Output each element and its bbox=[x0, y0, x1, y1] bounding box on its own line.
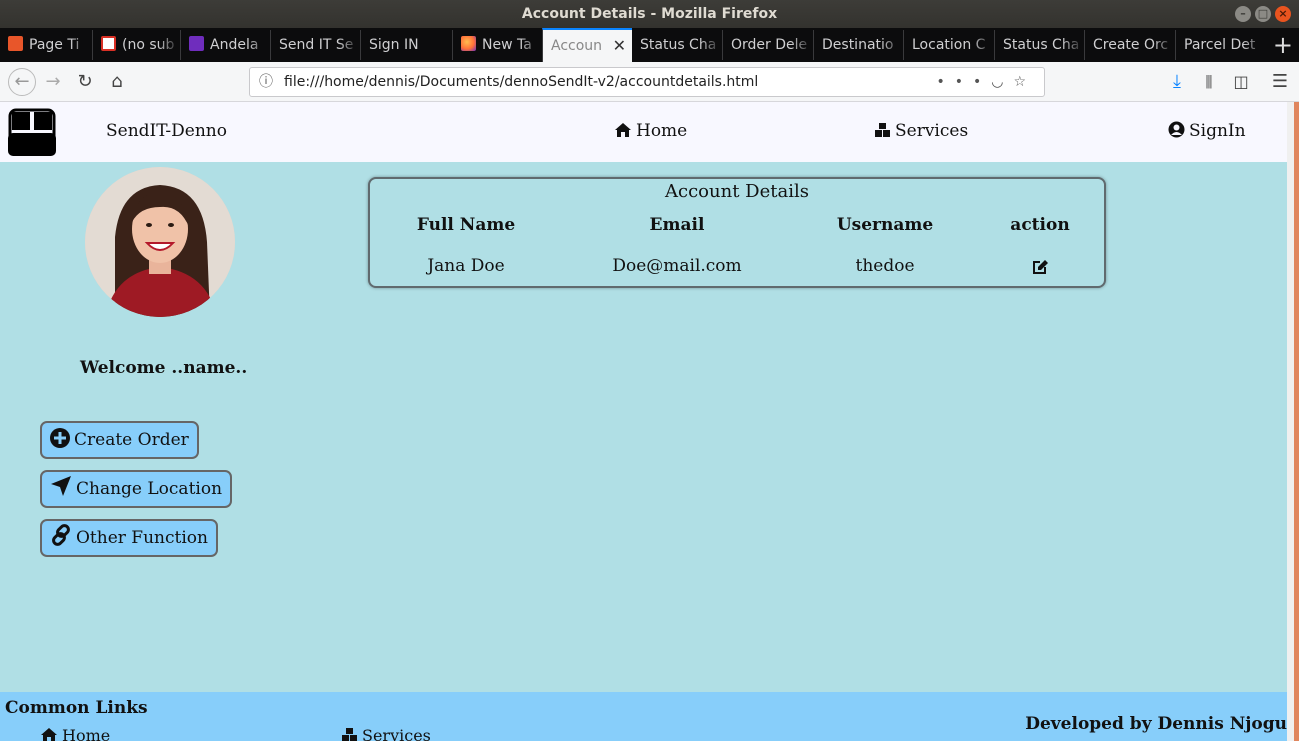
reload-icon[interactable]: ↻ bbox=[73, 70, 97, 94]
other-function-label: Other Function bbox=[76, 528, 208, 548]
tab-status-change[interactable]: Status Cha bbox=[632, 30, 722, 60]
nav-services-link[interactable]: Services bbox=[874, 121, 968, 141]
nav-signin-link[interactable]: SignIn bbox=[1168, 121, 1246, 141]
change-location-label: Change Location bbox=[76, 479, 223, 499]
maximize-icon[interactable]: □ bbox=[1255, 6, 1271, 22]
location-arrow-icon bbox=[51, 476, 71, 496]
nav-home-label: Home bbox=[636, 121, 688, 141]
page-content: SendIT-Denno Home Services SignIn Welcom… bbox=[0, 102, 1287, 741]
tab-strip: Page Ti (no sub Andela Send IT Se Sign I… bbox=[0, 28, 1299, 62]
home-icon bbox=[615, 123, 631, 137]
url-bar[interactable]: ⓘ file:///home/dennis/Documents/dennoSen… bbox=[249, 67, 1045, 97]
tab-new-tab[interactable]: New Ta bbox=[452, 30, 542, 60]
andela-icon bbox=[189, 36, 204, 51]
xampp-icon bbox=[8, 36, 23, 51]
downloads-icon[interactable]: ⤓ bbox=[1165, 70, 1189, 94]
tab-order-delete[interactable]: Order Dele bbox=[722, 30, 813, 60]
gmail-icon bbox=[101, 36, 116, 51]
change-location-button[interactable]: Change Location bbox=[40, 470, 233, 508]
sidebar-icon[interactable]: ◫ bbox=[1229, 70, 1253, 94]
tab-label: Accoun bbox=[551, 38, 603, 54]
page-actions-icon[interactable]: ••• bbox=[936, 74, 991, 90]
other-function-button[interactable]: Other Function bbox=[40, 519, 218, 557]
site-footer: Common Links Home Services Developed by … bbox=[0, 692, 1287, 741]
library-icon[interactable]: ⫼ bbox=[1197, 70, 1221, 94]
create-order-label: Create Order bbox=[74, 430, 189, 450]
firefox-icon bbox=[461, 36, 476, 51]
tab-send-it[interactable]: Send IT Se bbox=[270, 30, 360, 60]
tab-create-order[interactable]: Create Orc bbox=[1084, 30, 1175, 60]
scrollbar-thumb[interactable] bbox=[1294, 102, 1299, 741]
cubes-icon bbox=[875, 123, 890, 137]
page-scrollbar[interactable] bbox=[1287, 102, 1299, 741]
minimize-icon[interactable]: – bbox=[1235, 6, 1251, 22]
cubes-icon bbox=[342, 728, 357, 741]
nav-services-label: Services bbox=[895, 121, 969, 141]
window-title: Account Details - Mozilla Firefox bbox=[521, 6, 778, 22]
tab-parcel-details[interactable]: Parcel Det bbox=[1175, 30, 1265, 60]
account-details-card: Account Details Full Name Email Username… bbox=[368, 177, 1106, 288]
home-icon[interactable]: ⌂ bbox=[105, 70, 129, 94]
nav-home-link[interactable]: Home bbox=[614, 121, 687, 141]
menu-icon[interactable]: ☰ bbox=[1268, 70, 1292, 94]
column-header-email: Email bbox=[649, 215, 705, 235]
back-icon[interactable]: ← bbox=[8, 68, 36, 96]
tab-account-details[interactable]: Accoun ✕ bbox=[542, 28, 632, 62]
tab-label: Sign IN bbox=[369, 37, 419, 53]
new-tab-icon[interactable]: + bbox=[1273, 30, 1293, 60]
info-icon[interactable]: ⓘ bbox=[259, 68, 273, 96]
tab-andela[interactable]: Andela bbox=[180, 30, 270, 60]
user-circle-icon bbox=[1168, 121, 1185, 138]
plus-circle-icon bbox=[50, 428, 70, 448]
browser-navbar: ← → ↻ ⌂ ⓘ file:///home/dennis/Documents/… bbox=[0, 62, 1299, 102]
tab-gmail[interactable]: (no sub bbox=[92, 30, 180, 60]
email-value: Doe@mail.com bbox=[612, 256, 742, 276]
column-header-action: action bbox=[1010, 215, 1070, 235]
column-header-full-name: Full Name bbox=[416, 215, 516, 235]
forward-icon[interactable]: → bbox=[41, 70, 65, 94]
close-window-icon[interactable]: × bbox=[1275, 6, 1291, 22]
site-header: SendIT-Denno Home Services SignIn bbox=[0, 102, 1287, 162]
create-order-button[interactable]: Create Order bbox=[40, 421, 199, 459]
footer-services-label: Services bbox=[362, 726, 431, 741]
card-title: Account Details bbox=[665, 181, 809, 202]
footer-title: Common Links bbox=[5, 698, 148, 718]
pocket-icon[interactable]: ◡ bbox=[991, 74, 1013, 90]
footer-home-label: Home bbox=[62, 726, 111, 741]
tab-sign-in[interactable]: Sign IN bbox=[360, 30, 452, 60]
box-logo-icon[interactable] bbox=[8, 108, 56, 156]
footer-services-link[interactable]: Services bbox=[341, 726, 431, 741]
bookmark-star-icon[interactable]: ☆ bbox=[1013, 74, 1036, 90]
tab-page-ti[interactable]: Page Ti bbox=[0, 30, 92, 60]
link-icon bbox=[52, 524, 70, 546]
developer-credit: Developed by Dennis Njogu bbox=[1025, 714, 1287, 734]
username-value: thedoe bbox=[855, 256, 915, 276]
tab-destination[interactable]: Destinatio bbox=[813, 30, 903, 60]
site-brand[interactable]: SendIT-Denno bbox=[106, 121, 227, 141]
nav-signin-label: SignIn bbox=[1189, 121, 1246, 141]
footer-home-link[interactable]: Home bbox=[40, 726, 110, 741]
tab-status-change-2[interactable]: Status Cha bbox=[994, 30, 1084, 60]
full-name-value: Jana Doe bbox=[427, 256, 505, 276]
tab-location-change[interactable]: Location C bbox=[903, 30, 994, 60]
home-icon bbox=[41, 728, 57, 741]
close-tab-icon[interactable]: ✕ bbox=[613, 30, 626, 62]
profile-avatar bbox=[85, 167, 235, 317]
edit-icon[interactable] bbox=[1031, 258, 1049, 280]
window-titlebar: Account Details - Mozilla Firefox – □ × bbox=[0, 0, 1299, 28]
window-controls: – □ × bbox=[1235, 6, 1291, 22]
column-header-username: Username bbox=[836, 215, 934, 235]
welcome-text: Welcome ..name.. bbox=[80, 358, 248, 378]
url-text: file:///home/dennis/Documents/dennoSendI… bbox=[284, 74, 759, 90]
